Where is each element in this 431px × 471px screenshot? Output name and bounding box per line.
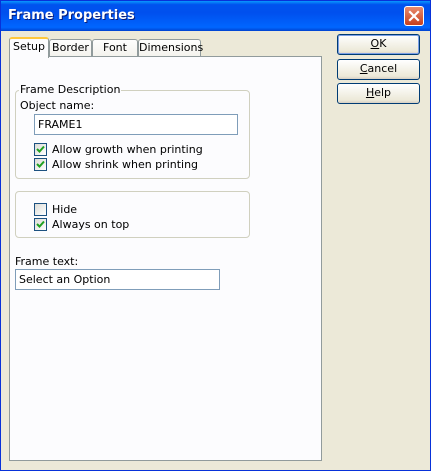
close-icon — [408, 10, 420, 22]
frame-text-field[interactable]: Select an Option — [15, 269, 220, 290]
ok-button[interactable]: OK — [337, 34, 420, 55]
allow-growth-checkbox[interactable]: Allow growth when printing — [34, 143, 234, 157]
frame-description-legend: Frame Description — [19, 83, 122, 96]
tab-setup[interactable]: Setup — [9, 37, 49, 58]
cancel-button[interactable]: Cancel — [337, 59, 420, 80]
help-button[interactable]: Help — [337, 83, 420, 104]
frame-properties-dialog: Frame Properties Setup Border Font Dimen… — [0, 0, 431, 471]
window-title: Frame Properties — [8, 8, 135, 23]
title-bar[interactable]: Frame Properties — [1, 1, 430, 31]
object-name-field[interactable]: FRAME1 — [34, 114, 238, 135]
frame-text-label: Frame text: — [15, 255, 79, 268]
allow-growth-checkbox-box[interactable] — [34, 143, 47, 156]
tab-border[interactable]: Border — [49, 39, 92, 56]
checkmark-icon — [36, 145, 45, 153]
allow-shrink-checkbox[interactable]: Allow shrink when printing — [34, 158, 234, 172]
object-name-label: Object name: — [20, 99, 95, 112]
visibility-group: Hide Always on top — [15, 191, 250, 238]
hide-label: Hide — [52, 203, 78, 216]
hide-checkbox[interactable]: Hide — [34, 203, 134, 217]
allow-shrink-checkbox-box[interactable] — [34, 158, 47, 171]
setup-tab-panel: Frame Description Object name: FRAME1 Al… — [9, 56, 322, 461]
checkmark-icon — [36, 220, 45, 228]
tab-dimensions[interactable]: Dimensions — [138, 39, 203, 56]
tab-font[interactable]: Font — [92, 39, 138, 56]
close-button[interactable] — [404, 6, 424, 26]
hide-checkbox-box[interactable] — [34, 203, 47, 216]
checkmark-icon — [36, 160, 45, 168]
always-on-top-checkbox-box[interactable] — [34, 218, 47, 231]
always-on-top-label: Always on top — [52, 218, 130, 231]
allow-shrink-label: Allow shrink when printing — [52, 158, 199, 171]
allow-growth-label: Allow growth when printing — [52, 143, 203, 156]
always-on-top-checkbox[interactable]: Always on top — [34, 218, 154, 232]
frame-description-group: Frame Description Object name: FRAME1 Al… — [15, 83, 250, 179]
